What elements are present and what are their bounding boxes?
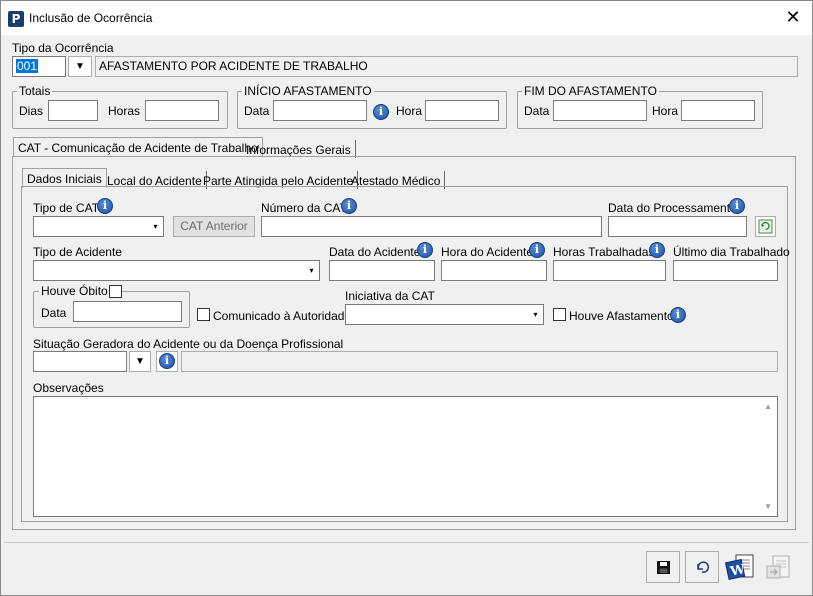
tipo-acidente-select[interactable]: ▾ <box>33 260 320 281</box>
undo-icon <box>697 561 710 573</box>
combo-arrow-icon: ▾ <box>529 306 542 323</box>
info-icon[interactable]: i <box>341 198 357 214</box>
inicio-hora-input[interactable] <box>425 100 499 121</box>
observacoes-label: Observações <box>33 381 104 395</box>
situacao-geradora-code-input[interactable] <box>33 351 127 372</box>
refresh-button[interactable] <box>755 216 776 237</box>
fim-afastamento-title: FIM DO AFASTAMENTO <box>522 84 659 98</box>
fim-hora-input[interactable] <box>681 100 755 121</box>
word-export-button[interactable]: W <box>723 551 757 583</box>
dropdown-arrow-icon: ▼ <box>75 61 85 72</box>
tab-dados-iniciais[interactable]: Dados Iniciais <box>22 168 107 188</box>
inicio-data-input[interactable] <box>273 100 367 121</box>
inicio-afastamento-title: INÍCIO AFASTAMENTO <box>242 84 374 98</box>
inicio-data-label: Data <box>244 104 270 118</box>
combo-arrow-icon: ▾ <box>305 262 318 279</box>
close-button[interactable]: ✕ <box>779 7 807 31</box>
dialog-window: P Inclusão de Ocorrência ✕ Tipo da Ocorr… <box>0 0 813 596</box>
horas-trabalhadas-label: Horas Trabalhadas <box>553 245 655 259</box>
tipo-acidente-label: Tipo de Acidente <box>33 245 122 259</box>
scroll-down-icon[interactable]: ▼ <box>764 502 772 511</box>
tipo-ocorrencia-dropdown-button[interactable]: ▼ <box>68 56 92 77</box>
data-processamento-label: Data do Processamento <box>608 201 737 215</box>
save-icon <box>657 561 670 574</box>
obito-data-label: Data <box>41 306 67 320</box>
scroll-up-icon[interactable]: ▲ <box>764 402 772 411</box>
ultimo-dia-label: Último dia Trabalhado <box>673 245 790 259</box>
iniciativa-cat-label: Iniciativa da CAT <box>345 289 435 303</box>
fim-data-input[interactable] <box>553 100 647 121</box>
dias-input[interactable] <box>48 100 98 121</box>
info-icon[interactable]: i <box>649 242 665 258</box>
tipo-ocorrencia-label: Tipo da Ocorrência <box>12 41 114 55</box>
hora-acidente-input[interactable] <box>441 260 547 281</box>
horas-trabalhadas-input[interactable] <box>553 260 666 281</box>
window-title: Inclusão de Ocorrência <box>29 11 153 25</box>
title-bar: P Inclusão de Ocorrência ✕ <box>1 1 812 35</box>
word-document-icon: W <box>724 554 754 581</box>
refresh-icon <box>758 219 773 234</box>
comunicado-autoridade-label: Comunicado à Autoridade <box>213 309 352 323</box>
houve-obito-title: Houve Óbito <box>39 284 110 298</box>
numero-cat-input[interactable] <box>261 216 602 237</box>
footer-separator <box>4 542 809 543</box>
tipo-ocorrencia-code-input[interactable]: 001 <box>12 56 66 77</box>
data-processamento-input[interactable] <box>608 216 747 237</box>
fim-hora-label: Hora <box>652 104 679 118</box>
tipo-cat-select[interactable]: ▾ <box>33 216 164 237</box>
tipo-cat-label: Tipo de CAT <box>33 201 100 215</box>
ultimo-dia-input[interactable] <box>673 260 778 281</box>
document-export-icon <box>766 555 790 579</box>
situacao-geradora-dropdown-button[interactable]: ▼ <box>129 351 151 372</box>
inicio-hora-label: Hora <box>396 104 423 118</box>
situacao-geradora-info-button[interactable]: i <box>156 351 178 372</box>
numero-cat-label: Número da CAT <box>261 201 347 215</box>
houve-afastamento-checkbox[interactable] <box>553 308 566 321</box>
obito-data-input[interactable] <box>73 301 182 322</box>
dropdown-arrow-icon: ▼ <box>135 356 145 367</box>
iniciativa-cat-select[interactable]: ▾ <box>345 304 544 325</box>
dias-label: Dias <box>19 104 44 118</box>
totais-group-title: Totais <box>17 84 53 98</box>
situacao-geradora-description <box>181 351 778 372</box>
tipo-ocorrencia-description: AFASTAMENTO POR ACIDENTE DE TRABALHO <box>95 56 798 77</box>
comunicado-autoridade-checkbox[interactable] <box>197 308 210 321</box>
tipo-ocorrencia-code-text: 001 <box>16 59 39 73</box>
houve-obito-checkbox[interactable] <box>109 285 122 298</box>
info-icon[interactable]: i <box>729 198 745 214</box>
info-icon[interactable]: i <box>373 104 389 120</box>
info-icon: i <box>159 353 175 369</box>
situacao-geradora-label: Situação Geradora do Acidente ou da Doen… <box>33 337 344 351</box>
houve-obito-label: Houve Óbito <box>41 284 108 298</box>
undo-button[interactable] <box>685 551 719 583</box>
export-document-button-disabled[interactable] <box>761 551 795 583</box>
save-button[interactable] <box>646 551 680 583</box>
info-icon[interactable]: i <box>529 242 545 258</box>
tab-cat[interactable]: CAT - Comunicação de Acidente de Trabalh… <box>13 137 263 157</box>
observacoes-textarea[interactable]: ▲ ▼ <box>33 396 778 517</box>
combo-arrow-icon: ▾ <box>149 218 162 235</box>
app-icon: P <box>8 11 24 27</box>
info-icon[interactable]: i <box>417 242 433 258</box>
horas-input[interactable] <box>145 100 219 121</box>
data-acidente-label: Data do Acidente <box>329 245 421 259</box>
hora-acidente-label: Hora do Acidente <box>441 245 534 259</box>
horas-label: Horas <box>108 104 141 118</box>
data-acidente-input[interactable] <box>329 260 435 281</box>
cat-anterior-button[interactable]: CAT Anterior <box>173 216 255 237</box>
fim-data-label: Data <box>524 104 550 118</box>
info-icon[interactable]: i <box>670 307 686 323</box>
houve-afastamento-label: Houve Afastamento <box>569 309 674 323</box>
info-icon[interactable]: i <box>97 198 113 214</box>
